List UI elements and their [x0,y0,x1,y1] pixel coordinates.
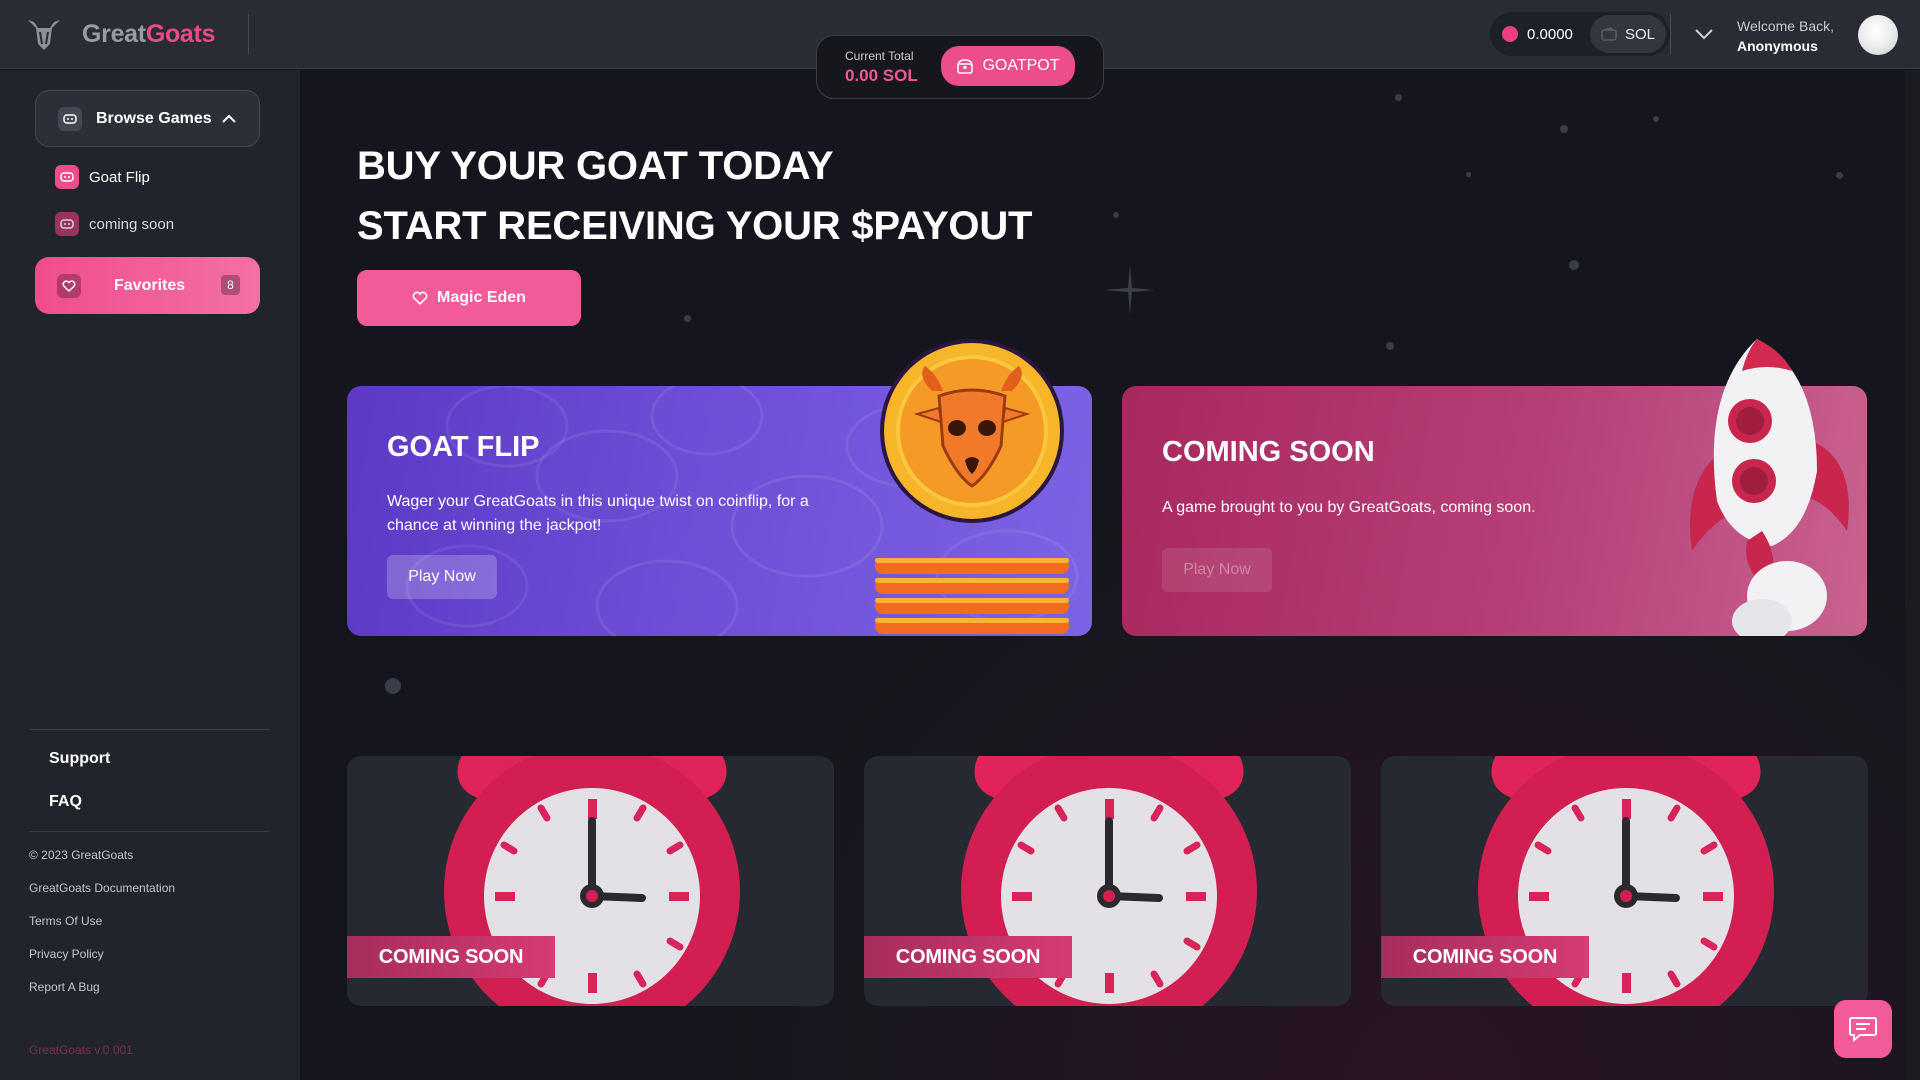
coming-soon-tag: COMING SOON [864,936,1072,978]
star-decoration [385,678,401,694]
coming-soon-tile[interactable]: COMING SOON [864,756,1351,1006]
hero-line-2: START RECEIVING YOUR $PAYOUT [357,204,1033,248]
heart-icon [57,273,81,298]
browse-games-label: Browse Games [96,109,212,127]
coin-stack-icon [875,558,1069,634]
favorites-label: Favorites [114,276,186,294]
logo[interactable]: GreatGoats [24,14,215,54]
goat-flip-card[interactable]: GOAT FLIP Wager your GreatGoats in this … [347,339,1092,636]
coming-soon-tile[interactable]: COMING SOON [347,756,834,1006]
divider [1670,14,1671,54]
version-label: GreatGoats v.0.001 [29,1043,133,1057]
chat-support-button[interactable] [1834,1000,1892,1058]
star-decoration [1653,116,1659,122]
balance-value: 0.0000 [1527,25,1573,43]
star-decoration [1836,172,1843,179]
coming-soon-tag: COMING SOON [347,936,555,978]
divider [29,831,270,832]
coming-soon-tag: COMING SOON [1381,936,1589,978]
sidebar-item-coming-soon[interactable]: coming soon [55,212,174,236]
support-link[interactable]: Support [49,750,110,768]
welcome-text: Welcome Back, [1737,18,1834,34]
magic-eden-button[interactable]: Magic Eden [357,270,581,326]
jackpot-value: 0.00 SOL [845,65,918,85]
scrollbar[interactable] [1905,70,1920,1080]
sidebar: Browse Games Goat Flip coming soon Favor… [0,70,300,1080]
copyright: © 2023 GreatGoats [29,848,134,862]
docs-link[interactable]: GreatGoats Documentation [29,881,175,895]
gamepad-icon [55,165,79,189]
star-decoration [684,315,691,322]
star-decoration [1569,260,1579,270]
rocket-icon [1690,339,1849,636]
treasure-icon [957,59,974,74]
chevron-down-icon[interactable] [1692,24,1716,44]
jackpot-info: Current Total 0.00 SOL [845,49,918,86]
sparkle-icon [1105,265,1155,315]
token-icon [1502,26,1518,42]
faq-link[interactable]: FAQ [49,793,82,811]
currency-label: SOL [1624,25,1655,43]
star-decoration [1386,342,1394,350]
gamepad-icon [58,106,82,131]
wallet-icon [1601,27,1617,41]
username: Anonymous [1737,38,1818,54]
browse-games-button[interactable]: Browse Games [35,90,260,147]
divider [29,729,270,730]
card-title: COMING SOON [1162,436,1375,468]
gamepad-icon [55,212,79,236]
divider [248,14,249,54]
hero-title: BUY YOUR GOAT TODAY START RECEIVING YOUR… [357,136,1032,256]
play-now-button[interactable]: Play Now [1162,548,1272,592]
privacy-link[interactable]: Privacy Policy [29,947,104,961]
sidebar-item-label: Goat Flip [89,168,150,186]
goat-coin-icon [880,339,1064,523]
currency-selector[interactable]: SOL [1590,15,1666,53]
goat-logo-icon [28,20,60,50]
jackpot-label: Current Total [845,48,914,63]
chevron-up-icon [222,114,236,123]
heart-icon [412,291,428,305]
sidebar-item-goat-flip[interactable]: Goat Flip [55,165,150,189]
star-decoration [1560,125,1568,133]
favorites-button[interactable]: Favorites 8 [35,257,260,314]
report-bug-link[interactable]: Report A Bug [29,980,100,994]
card-title: GOAT FLIP [387,431,540,463]
card-description: A game brought to you by GreatGoats, com… [1162,499,1536,516]
star-decoration [1466,172,1471,177]
favorites-count-badge: 8 [221,275,240,295]
main-content: BUY YOUR GOAT TODAY START RECEIVING YOUR… [300,70,1920,1080]
card-description: Wager your GreatGoats in this unique twi… [387,493,809,534]
play-now-button[interactable]: Play Now [387,555,497,599]
logo-text: GreatGoats [82,19,216,48]
hero-line-1: BUY YOUR GOAT TODAY [357,144,834,188]
sidebar-item-label: coming soon [89,215,175,233]
wallet-balance[interactable]: 0.0000 SOL [1490,12,1670,56]
coming-soon-card[interactable]: COMING SOON A game brought to you by Gre… [1122,339,1867,636]
star-decoration [1113,212,1119,218]
goatpot-label: GOATPOT [982,57,1060,74]
coming-soon-tile[interactable]: COMING SOON [1381,756,1868,1006]
avatar[interactable] [1858,15,1898,55]
star-decoration [1395,94,1402,101]
chat-icon [1849,1017,1877,1043]
magic-eden-label: Magic Eden [437,289,526,306]
jackpot-widget: Current Total 0.00 SOL GOATPOT [816,35,1104,99]
welcome-block: Welcome Back, Anonymous [1737,16,1834,56]
goatpot-button[interactable]: GOATPOT [941,46,1075,86]
terms-link[interactable]: Terms Of Use [29,914,102,928]
